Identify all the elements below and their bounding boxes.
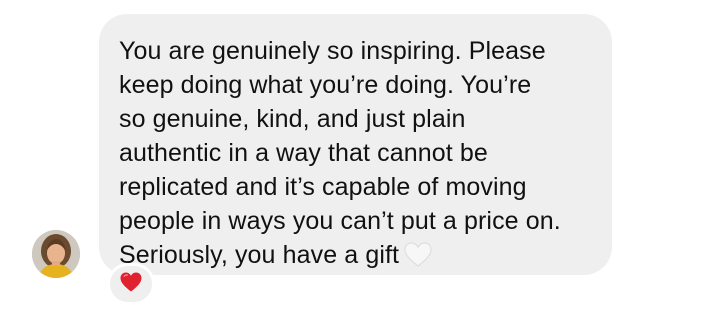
sender-avatar[interactable] xyxy=(32,230,80,278)
white-heart-icon xyxy=(403,241,433,268)
avatar-photo xyxy=(32,230,80,278)
red-heart-icon xyxy=(119,271,143,298)
message-body: You are genuinely so inspiring. Please k… xyxy=(119,37,561,269)
message-text: You are genuinely so inspiring. Please k… xyxy=(119,34,590,272)
message-bubble[interactable]: You are genuinely so inspiring. Please k… xyxy=(99,14,612,275)
reaction-badge[interactable] xyxy=(107,263,155,305)
